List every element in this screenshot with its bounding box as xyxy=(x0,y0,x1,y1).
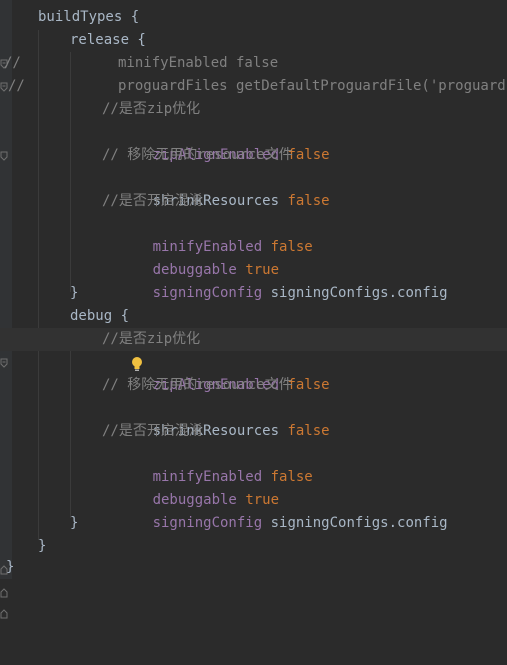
line-comment-marker: // xyxy=(4,55,21,71)
code-text: debug { xyxy=(70,308,130,324)
code-text: } xyxy=(70,515,79,531)
code-comment: //是否zip优化 xyxy=(102,101,201,117)
code-comment: // 移除无用的resource文件 xyxy=(102,147,293,163)
code-line[interactable]: } xyxy=(0,535,507,598)
fold-marker-icon[interactable] xyxy=(0,105,8,161)
code-line[interactable]: shrinkResources false xyxy=(0,397,507,439)
code-line[interactable]: zipAlignEnabled false xyxy=(0,121,507,163)
code-text: } xyxy=(70,285,79,301)
code-line[interactable]: signingConfig signingConfigs.config xyxy=(0,259,507,301)
code-text: } xyxy=(6,559,15,575)
code-line[interactable]: debuggable true xyxy=(0,466,507,508)
code-line[interactable]: } xyxy=(0,282,507,345)
code-line[interactable]: zipAlignEnabled false xyxy=(0,351,507,393)
code-line[interactable]: shrinkResources false xyxy=(0,167,507,209)
code-line[interactable]: debug { xyxy=(0,305,507,368)
code-comment: //是否开启混淆 xyxy=(102,193,203,209)
code-line[interactable]: buildTypes { xyxy=(0,6,507,69)
code-line[interactable]: //是否开启混淆 xyxy=(0,420,507,443)
code-editor[interactable]: buildTypes { release { // minifyEnabled … xyxy=(0,0,507,619)
code-comment: //是否开启混淆 xyxy=(102,423,203,439)
code-line[interactable]: // minifyEnabled false xyxy=(0,52,507,75)
code-line[interactable]: } xyxy=(0,556,507,619)
code-line[interactable]: signingConfig signingConfigs.config xyxy=(0,489,507,531)
code-text: } xyxy=(38,538,47,554)
code-line[interactable]: //是否开启混淆 xyxy=(0,190,507,213)
code-text: buildTypes { xyxy=(38,9,140,25)
code-text: proguardFiles getDefaultProguardFile('pr… xyxy=(118,78,507,94)
code-text: minifyEnabled false xyxy=(118,55,279,71)
code-line[interactable]: // 移除无用的resource文件 xyxy=(0,144,507,167)
code-comment: // 移除无用的resource文件 xyxy=(102,377,293,393)
code-line[interactable]: release { xyxy=(0,29,507,92)
line-comment-marker: // xyxy=(8,78,25,94)
code-line[interactable]: } xyxy=(0,512,507,575)
fold-marker-icon[interactable] xyxy=(0,36,8,92)
intention-bulb-icon[interactable] xyxy=(79,333,142,371)
code-comment: //是否zip优化 xyxy=(102,331,201,347)
code-line[interactable]: //是否zip优化 xyxy=(0,98,507,161)
fold-marker-icon[interactable] xyxy=(0,289,8,345)
current-code-line[interactable]: //是否zip优化 xyxy=(0,328,507,371)
code-text: release { xyxy=(70,32,146,48)
code-line[interactable]: minifyEnabled false xyxy=(0,443,507,485)
code-line[interactable]: // 移除无用的resource文件 xyxy=(0,374,507,397)
code-line[interactable]: // proguardFiles getDefaultProguardFile(… xyxy=(0,75,507,98)
fold-marker-icon[interactable] xyxy=(0,13,8,69)
fold-marker-icon[interactable] xyxy=(0,519,8,575)
fold-marker-icon[interactable] xyxy=(0,542,8,598)
code-line[interactable]: debuggable true xyxy=(0,236,507,278)
fold-marker-icon[interactable] xyxy=(0,312,8,368)
code-line[interactable]: minifyEnabled false xyxy=(0,213,507,255)
